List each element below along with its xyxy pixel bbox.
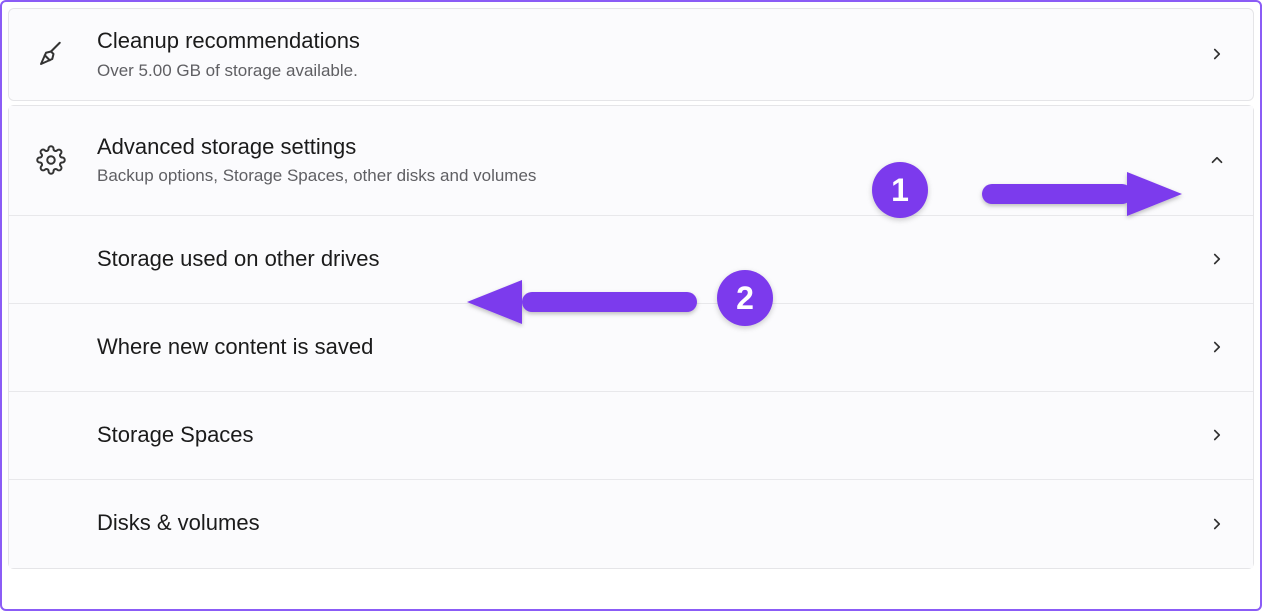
chevron-up-icon [1205, 148, 1229, 172]
broom-icon [33, 36, 69, 72]
chevron-right-icon [1205, 247, 1229, 271]
new-content-label: Where new content is saved [97, 333, 1205, 362]
annotation-badge-2: 2 [717, 270, 773, 326]
chevron-right-icon [1205, 42, 1229, 66]
annotation-arrow-2 [462, 270, 702, 330]
storage-spaces-row[interactable]: Storage Spaces [9, 392, 1253, 480]
cleanup-title: Cleanup recommendations [97, 27, 1205, 56]
cleanup-row[interactable]: Cleanup recommendations Over 5.00 GB of … [9, 9, 1253, 100]
gear-icon [33, 142, 69, 178]
annotation-badge-1: 1 [872, 162, 928, 218]
chevron-right-icon [1205, 335, 1229, 359]
cleanup-panel: Cleanup recommendations Over 5.00 GB of … [8, 8, 1254, 101]
annotation-arrow-1 [977, 162, 1187, 222]
chevron-right-icon [1205, 512, 1229, 536]
storage-spaces-label: Storage Spaces [97, 421, 1205, 450]
advanced-title: Advanced storage settings [97, 133, 1205, 162]
disks-volumes-label: Disks & volumes [97, 509, 1205, 538]
cleanup-subtitle: Over 5.00 GB of storage available. [97, 60, 1205, 82]
disks-volumes-row[interactable]: Disks & volumes [9, 480, 1253, 568]
cleanup-text: Cleanup recommendations Over 5.00 GB of … [97, 27, 1205, 82]
chevron-right-icon [1205, 423, 1229, 447]
advanced-subitems: Storage used on other drives Where new c… [9, 216, 1253, 568]
